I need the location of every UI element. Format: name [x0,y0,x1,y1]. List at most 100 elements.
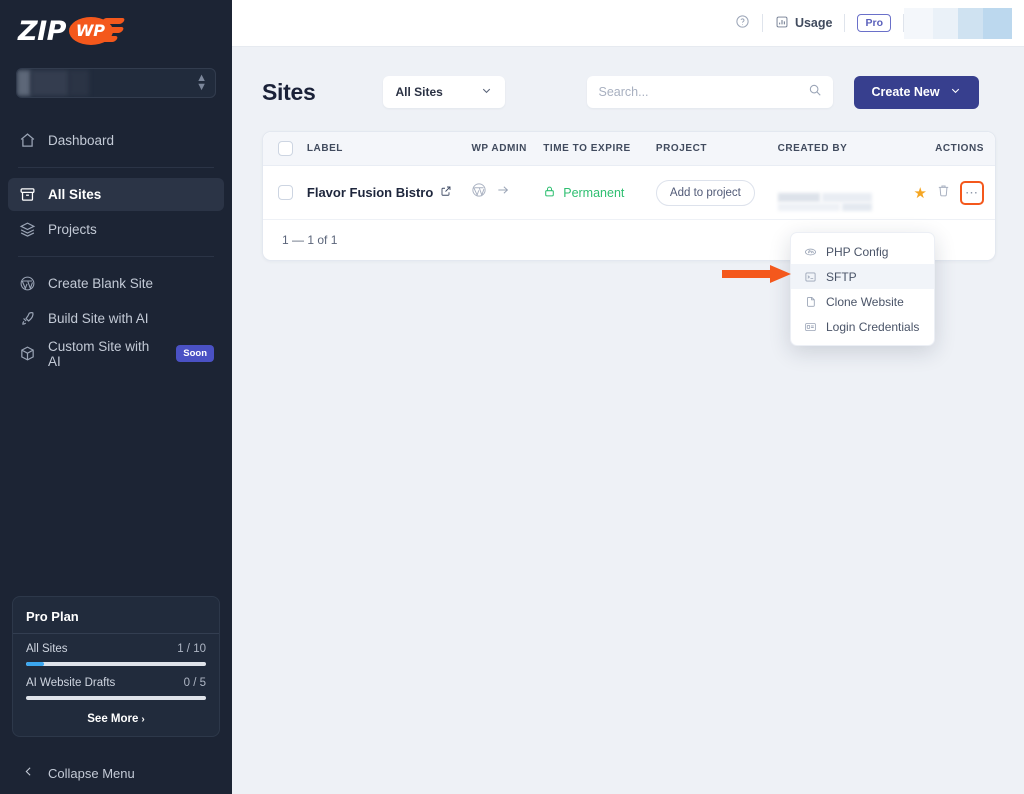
menu-item-clone-website[interactable]: Clone Website [791,289,934,314]
top-bar: Usage Pro [232,0,1024,47]
row-select-checkbox[interactable] [278,185,293,200]
sidebar-item-label: All Sites [48,187,101,202]
plan-row-ai-drafts: AI Website Drafts 0 / 5 [26,677,206,689]
collapse-menu-button[interactable]: Collapse Menu [0,765,232,781]
collapse-menu-label: Collapse Menu [48,766,135,781]
rocket-icon [18,310,36,328]
arrow-right-icon[interactable] [496,183,510,202]
select-all-checkbox[interactable] [278,141,293,156]
chevron-updown-icon: ▲▼ [196,74,207,92]
workspace-selector[interactable]: ▲▼ [16,68,216,98]
plan-title: Pro Plan [26,609,206,624]
wordpress-icon[interactable] [471,182,487,203]
column-header-time-to-expire: TIME TO EXPIRE [543,143,656,154]
create-new-label: Create New [871,85,939,99]
plan-row-value: 0 / 5 [184,677,206,689]
sidebar-item-label: Dashboard [48,133,114,148]
menu-item-label: SFTP [826,270,857,284]
sidebar-item-label: Projects [48,222,97,237]
sites-filter-select[interactable]: All Sites [383,76,505,108]
php-icon [804,245,817,258]
question-circle-icon [735,14,750,32]
site-name-link[interactable]: Flavor Fusion Bistro [307,185,472,200]
logo-badge-text: WP [76,21,105,40]
row-more-actions-button[interactable]: ⋯ [960,181,984,205]
search-box[interactable] [587,76,833,108]
menu-item-label: Clone Website [826,295,904,309]
expire-status-label: Permanent [563,186,624,200]
row-select-cell [263,185,307,200]
logo-text: ZIP [18,16,66,47]
trash-icon[interactable] [936,183,951,203]
archive-box-icon [18,186,36,204]
menu-item-login-credentials[interactable]: Login Credentials [791,314,934,339]
plan-row-all-sites: All Sites 1 / 10 [26,643,206,655]
page-title: Sites [262,79,315,106]
menu-item-php-config[interactable]: PHP Config [791,239,934,264]
id-card-icon [804,320,817,333]
terminal-icon [804,270,817,283]
page-header: Sites All Sites Create New [262,75,996,109]
plan-divider [13,633,219,634]
site-name-text: Flavor Fusion Bistro [307,185,433,200]
sidebar-divider-2 [18,256,214,257]
plan-row-value: 1 / 10 [177,643,206,655]
add-to-project-button[interactable]: Add to project [656,180,755,206]
account-area-redacted[interactable] [904,8,1012,39]
usage-label: Usage [795,16,833,30]
create-new-button[interactable]: Create New [854,76,978,109]
star-icon[interactable]: ★ [914,184,927,202]
select-all-cell [263,141,307,156]
soon-badge: Soon [176,345,214,362]
plan-progress-ai-drafts [26,696,206,700]
sidebar-item-custom-site-with-ai[interactable]: Custom Site with AI Soon [8,337,224,370]
layers-icon [18,221,36,239]
menu-item-label: Login Credentials [826,320,919,334]
plan-row-label: AI Website Drafts [26,677,115,689]
page-content: Sites All Sites Create New [232,47,1024,261]
chevron-down-icon [949,84,962,100]
row-time-to-expire-cell: Permanent [543,185,656,201]
usage-button[interactable]: Usage [763,15,845,32]
chart-icon [775,15,789,32]
plan-progress-all-sites [26,662,206,666]
sidebar-item-build-site-with-ai[interactable]: Build Site with AI [8,302,224,335]
row-label-cell: Flavor Fusion Bistro [307,185,472,200]
external-link-icon[interactable] [440,185,452,200]
sidebar-item-create-blank-site[interactable]: Create Blank Site [8,267,224,300]
expire-status: Permanent [543,185,656,201]
row-actions-menu: PHP Config SFTP Clone Website [790,232,935,346]
search-input[interactable] [598,85,800,99]
sidebar-item-label: Build Site with AI [48,311,149,326]
sidebar-item-dashboard[interactable]: Dashboard [8,124,224,157]
sidebar-divider-1 [18,167,214,168]
column-header-created-by: CREATED BY [778,143,911,154]
plan-chip[interactable]: Pro [857,14,891,32]
sidebar-item-all-sites[interactable]: All Sites [8,178,224,211]
see-more-link[interactable]: See More› [26,711,206,725]
workspace-name-redacted [17,69,89,97]
menu-item-sftp[interactable]: SFTP [791,264,934,289]
search-icon [808,83,822,102]
menu-item-label: PHP Config [826,245,888,259]
chevron-left-icon [22,765,35,781]
sidebar-item-projects[interactable]: Projects [8,213,224,246]
home-icon [18,132,36,150]
pagination-summary: 1 — 1 of 1 [282,233,337,247]
help-button[interactable] [723,14,762,32]
wordpress-icon [18,275,36,293]
lock-icon [543,185,556,201]
row-project-cell: Add to project [656,180,778,206]
chevron-down-icon [480,84,493,100]
sidebar: ZIP WP ▲▼ Dashboard [0,0,232,794]
plan-usage-card: Pro Plan All Sites 1 / 10 AI Website Dra… [12,596,220,737]
column-header-label: LABEL [307,143,472,154]
annotation-arrow [722,264,792,284]
table-row: Flavor Fusion Bistro [263,166,995,220]
sidebar-nav: Dashboard All Sites Projects [0,122,232,372]
brand-logo[interactable]: ZIP WP [0,0,232,58]
sidebar-item-label: Custom Site with AI [48,339,164,369]
row-wp-admin-cell[interactable] [471,182,543,203]
plan-row-label: All Sites [26,643,68,655]
table-header-row: LABEL WP ADMIN TIME TO EXPIRE PROJECT CR… [263,132,995,166]
